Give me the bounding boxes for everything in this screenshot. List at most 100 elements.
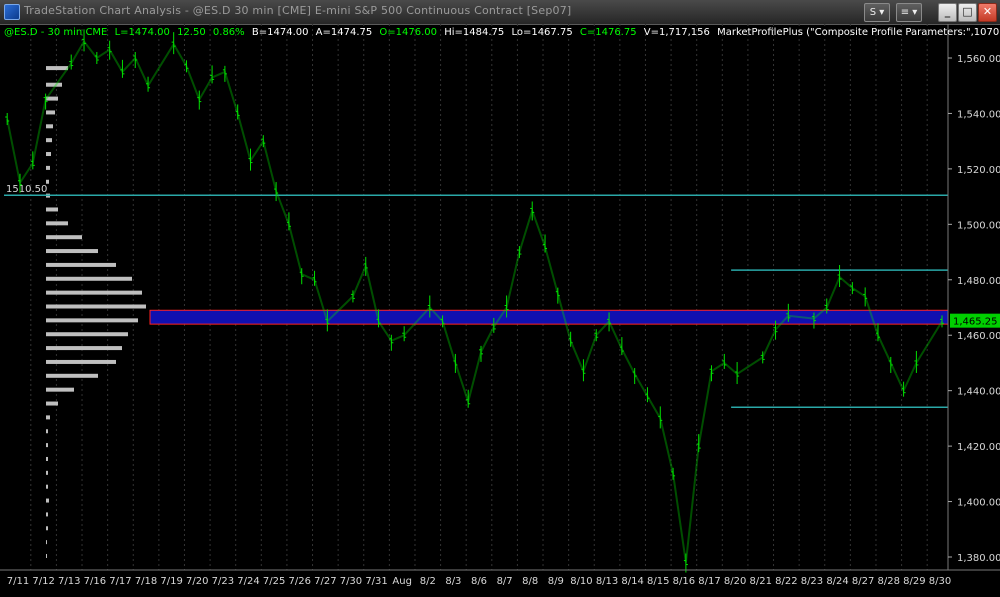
x-tick-label: 7/24 xyxy=(237,576,259,587)
profile-bar xyxy=(46,387,74,392)
status-volume: V=1,717,156 xyxy=(643,27,710,38)
profile-bar xyxy=(46,235,82,240)
y-tick-label: 1,400.00 xyxy=(957,498,1000,509)
status-symbol[interactable]: @ES.D - 30 min CME xyxy=(4,27,107,38)
y-tick-label: 1,380.00 xyxy=(957,553,1000,564)
y-tick-label: 1,460.00 xyxy=(957,331,1000,342)
minimize-button[interactable]: _ xyxy=(938,3,957,22)
status-low: Lo=1467.75 xyxy=(511,27,573,38)
y-tick-label: 1,560.00 xyxy=(957,54,1000,65)
x-tick-label: 7/26 xyxy=(288,576,310,587)
profile-bar xyxy=(46,429,48,434)
x-tick-label: 8/27 xyxy=(852,576,874,587)
x-tick-label: 8/13 xyxy=(596,576,618,587)
profile-bar xyxy=(46,221,68,226)
y-tick-label: 1,440.00 xyxy=(957,387,1000,398)
tradestation-app-icon xyxy=(4,4,20,20)
profile-bar xyxy=(46,179,49,184)
profile-bar xyxy=(46,498,49,503)
status-change: 12.50 xyxy=(177,27,206,38)
profile-bar xyxy=(46,415,50,420)
profile-bar xyxy=(46,249,98,254)
x-tick-label: 8/9 xyxy=(548,576,564,587)
chart-area[interactable]: 1510.50 1,560.00 1,540.00 1,520.00 1,500.00… xyxy=(0,24,1000,593)
x-tick-label: 8/30 xyxy=(929,576,951,587)
x-tick-label: 7/12 xyxy=(32,576,54,587)
x-tick-label: 8/23 xyxy=(801,576,823,587)
status-indicator[interactable]: MarketProfilePlus ("Composite Profile Pa… xyxy=(717,27,1000,38)
x-tick-label: 7/19 xyxy=(160,576,182,587)
status-ask: A=1474.75 xyxy=(315,27,373,38)
last-price-label: 1,465.25 xyxy=(953,317,998,328)
profile-bar xyxy=(46,332,128,337)
x-tick-label: 8/17 xyxy=(698,576,720,587)
x-tick-label: 8/10 xyxy=(570,576,592,587)
profile-bar xyxy=(46,526,48,531)
maximize-button[interactable]: □ xyxy=(958,3,977,22)
x-tick-label: 8/8 xyxy=(522,576,538,587)
x-tick-label: 7/11 xyxy=(7,576,29,587)
price-chart[interactable]: 1510.50 1,560.00 1,540.00 1,520.00 1,500.00… xyxy=(0,24,1000,593)
x-tick-label: 7/20 xyxy=(186,576,208,587)
profile-bar xyxy=(46,124,53,129)
x-tick-label: 8/29 xyxy=(903,576,925,587)
x-tick-label: 7/30 xyxy=(340,576,362,587)
profile-bar xyxy=(46,262,116,267)
profile-bar xyxy=(46,207,58,212)
x-tick-label: 8/28 xyxy=(878,576,900,587)
x-tick-label: Aug xyxy=(392,576,412,587)
profile-bar xyxy=(46,276,132,281)
status-line: @ES.D - 30 min CME L=1474.00 12.50 0.86%… xyxy=(4,27,1000,38)
chart-style-button[interactable]: ≡ ▾ xyxy=(896,3,922,22)
profile-bar xyxy=(46,456,48,461)
x-tick-label: 8/7 xyxy=(497,576,513,587)
status-change-pct: 0.86% xyxy=(212,27,245,38)
x-tick-label: 7/27 xyxy=(314,576,336,587)
profile-bar xyxy=(46,138,52,143)
y-tick-label: 1,500.00 xyxy=(957,220,1000,231)
y-tick-label: 1,540.00 xyxy=(957,109,1000,120)
y-tick-label: 1,480.00 xyxy=(957,276,1000,287)
x-tick-label: 8/22 xyxy=(775,576,797,587)
x-tick-label: 7/17 xyxy=(109,576,131,587)
profile-bar xyxy=(46,346,122,351)
x-tick-label: 7/23 xyxy=(212,576,234,587)
x-tick-label: 8/2 xyxy=(420,576,436,587)
profile-bar xyxy=(46,318,138,323)
close-button[interactable]: ✕ xyxy=(978,3,997,22)
level-label: 1510.50 xyxy=(6,184,47,195)
window-title: TradeStation Chart Analysis - @ES.D 30 m… xyxy=(24,4,572,17)
x-tick-label: 8/16 xyxy=(673,576,695,587)
x-tick-label: 7/18 xyxy=(135,576,157,587)
x-tick-label: 8/6 xyxy=(471,576,487,587)
status-close: C=1476.75 xyxy=(579,27,637,38)
status-high: Hi=1484.75 xyxy=(444,27,505,38)
profile-bar xyxy=(46,304,146,309)
status-bid: B=1474.00 xyxy=(251,27,309,38)
x-tick-label: 8/15 xyxy=(647,576,669,587)
profile-bar xyxy=(46,290,142,295)
x-tick-label: 8/21 xyxy=(749,576,771,587)
price-trace xyxy=(6,39,943,563)
value-area-band xyxy=(149,309,949,325)
profile-bar xyxy=(46,470,48,475)
x-tick-label: 7/16 xyxy=(84,576,106,587)
profile-bar xyxy=(46,484,48,489)
profile-bar xyxy=(46,110,55,115)
x-tick-label: 8/3 xyxy=(445,576,461,587)
profile-bar xyxy=(46,66,68,71)
x-tick-label: 8/14 xyxy=(621,576,643,587)
x-tick-label: 8/24 xyxy=(826,576,848,587)
profile-bar xyxy=(46,165,50,170)
status-last: L=1474.00 xyxy=(114,27,170,38)
x-tick-label: 7/25 xyxy=(263,576,285,587)
x-tick-label: 7/31 xyxy=(365,576,387,587)
x-tick-label: 7/13 xyxy=(58,576,80,587)
y-tick-label: 1,420.00 xyxy=(957,442,1000,453)
symbol-link-button[interactable]: S ▾ xyxy=(864,3,890,22)
profile-bar xyxy=(46,512,48,517)
status-open: O=1476.00 xyxy=(379,27,438,38)
profile-bar xyxy=(46,443,48,448)
profile-bar xyxy=(46,359,116,364)
profile-bar xyxy=(46,401,58,406)
